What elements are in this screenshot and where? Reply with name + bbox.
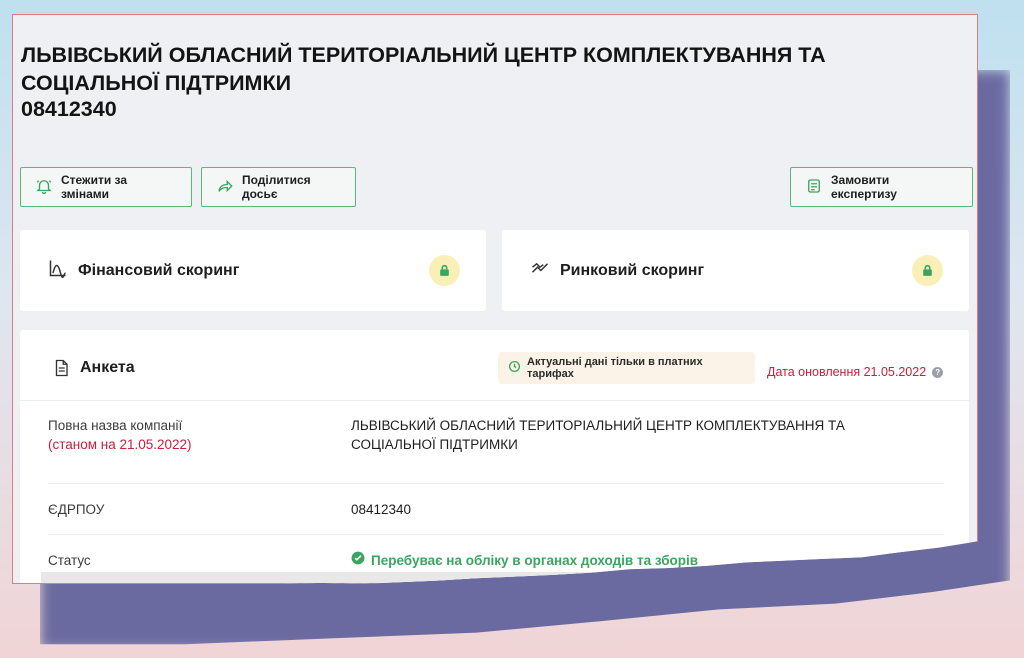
edrpou-label: ЄДРПОУ — [48, 502, 105, 517]
full-name-date-note: (станом на 21.05.2022) — [48, 437, 192, 452]
document-icon — [52, 358, 70, 383]
follow-changes-button[interactable]: Стежити за змінами — [20, 167, 192, 207]
update-date: Дата оновлення 21.05.2022 ? — [767, 365, 944, 379]
follow-changes-label: Стежити за змінами — [61, 173, 128, 201]
share-arrow-icon — [216, 177, 234, 198]
update-date-label: Дата оновлення 21.05.2022 — [767, 365, 927, 379]
company-title: ЛЬВІВСЬКИЙ ОБЛАСНИЙ ТЕРИТОРІАЛЬНИЙ ЦЕНТР… — [21, 43, 826, 95]
clock-icon — [508, 360, 521, 376]
market-scoring-card[interactable]: Ринковий скоринг — [502, 230, 969, 311]
company-page: ЛЬВІВСЬКИЙ ОБЛАСНИЙ ТЕРИТОРІАЛЬНИЙ ЦЕНТР… — [12, 14, 978, 584]
paid-data-label: Актуальні дані тільки в платних тарифах — [527, 356, 703, 380]
table-row: Повна назва компанії (станом на 21.05.20… — [48, 401, 944, 484]
share-dossier-label: Поділитися досьє — [242, 173, 311, 201]
questionnaire-card: Анкета Актуальні дані тільки в платних т… — [20, 330, 969, 583]
financial-scoring-card[interactable]: Фінансовий скоринг — [20, 230, 486, 311]
full-name-label: Повна назва компанії (станом на 21.05.20… — [48, 416, 192, 454]
trend-icon — [530, 258, 550, 283]
status-value-text: Перебуває на обліку в органах доходів та… — [371, 553, 699, 568]
full-name-value: ЛЬВІВСЬКИЙ ОБЛАСНИЙ ТЕРИТОРІАЛЬНИЙ ЦЕНТР… — [351, 418, 845, 452]
order-expertise-button[interactable]: Замовити експертизу — [790, 167, 973, 207]
document-list-icon — [805, 177, 823, 198]
table-row: ЄДРПОУ 08412340 — [48, 484, 944, 535]
chart-curve-icon — [48, 258, 68, 283]
questionnaire-header: Анкета Актуальні дані тільки в платних т… — [20, 330, 969, 401]
lock-icon — [429, 255, 460, 286]
edrpou-value: 08412340 — [351, 502, 412, 517]
order-expertise-label: Замовити експертизу — [831, 173, 897, 201]
company-code: 08412340 — [21, 97, 117, 121]
check-circle-icon — [351, 551, 365, 570]
questionnaire-title: Анкета — [80, 359, 135, 376]
status-label: Статус — [48, 553, 91, 568]
bell-icon — [35, 177, 53, 198]
lock-icon — [912, 255, 943, 286]
share-dossier-button[interactable]: Поділитися досьє — [201, 167, 356, 207]
market-scoring-label: Ринковий скоринг — [560, 261, 705, 279]
help-icon[interactable]: ? — [932, 366, 944, 378]
financial-scoring-label: Фінансовий скоринг — [78, 261, 240, 279]
full-name-label-text: Повна назва компанії — [48, 418, 183, 433]
paid-data-badge: Актуальні дані тільки в платних тарифах — [498, 352, 755, 384]
